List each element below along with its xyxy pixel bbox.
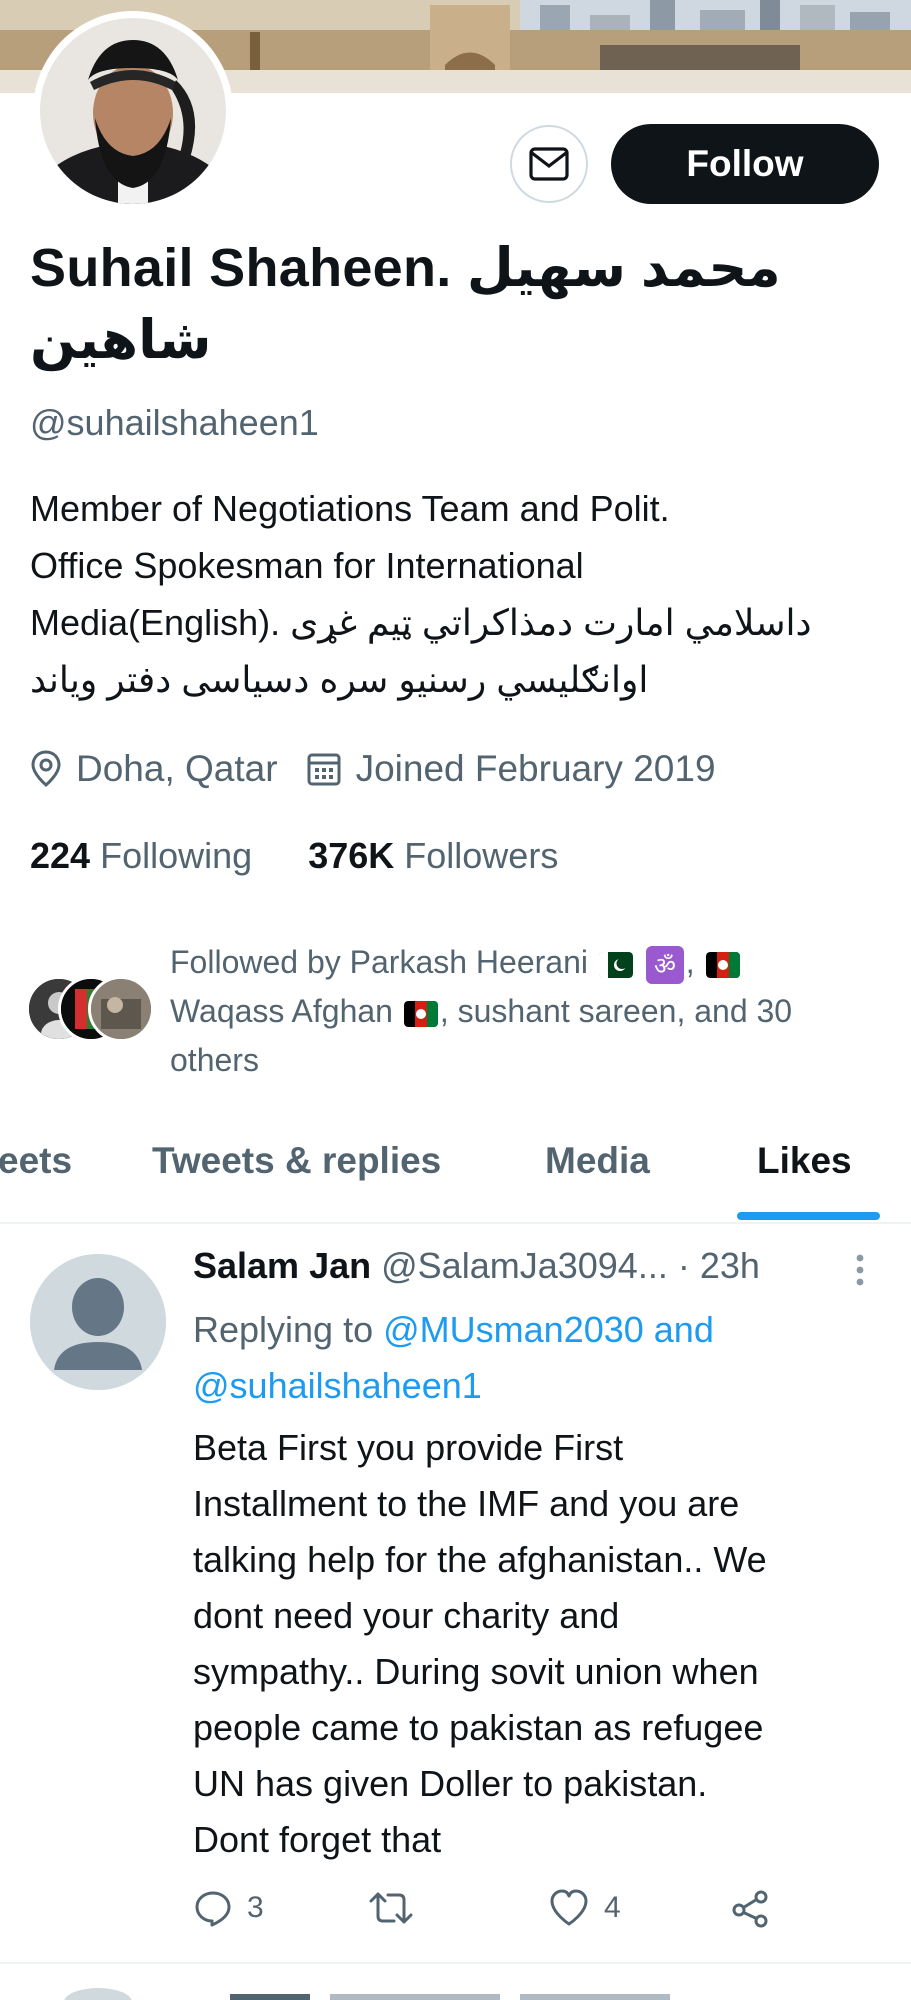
name-arabic-part2: شاهین [30,310,212,370]
avatar [88,976,154,1042]
reply-button[interactable]: 3 [193,1888,264,1928]
heart-icon [550,1889,588,1926]
tweet-text-line: talking help for the afghanistan.. We [193,1539,767,1580]
profile-bio: Member of Negotiations Team and Polit. O… [30,480,880,708]
tweet-text-line: people came to pakistan as refugee [193,1707,764,1748]
active-tab-indicator [737,1212,880,1220]
profile-avatar[interactable] [33,11,233,211]
bio-line: Member of Negotiations Team and Polit. [30,488,670,529]
tweet-text-line: dont need your charity and [193,1595,620,1636]
name-arabic-part1: محمد سهیل [466,238,781,298]
tab-media[interactable]: Media [545,1140,650,1182]
mutual-follower-avatars[interactable] [26,976,156,1042]
replying-to-label: Replying to [193,1309,374,1350]
afghanistan-flag-icon [403,1000,438,1027]
tweet-divider [0,1962,911,1964]
like-button[interactable]: 4 [548,1888,621,1928]
reply-count: 3 [247,1891,264,1924]
followers-link[interactable]: 376K Followers [308,835,558,876]
follow-counts: 224 Following 376K Followers [30,835,558,877]
reply-mention-link[interactable]: @suhailshaheen1 [193,1365,482,1406]
follow-button[interactable]: Follow [611,124,879,204]
tweet-author-avatar[interactable] [30,1254,166,1390]
following-label: Following [100,835,253,876]
tweet-text-line: Dont forget that [193,1819,442,1860]
joined-text: Joined February 2019 [355,748,716,789]
location-pin-icon [31,750,61,787]
name-latin: Suhail Shaheen. [30,238,452,298]
next-tweet-peek [0,1972,911,2000]
tweet-actions: 3 4 [193,1888,883,1938]
followers-count: 376K [308,835,395,876]
tab-likes[interactable]: Likes [757,1140,852,1182]
followed-by-suffix: , sushant sareen, and 30 [439,993,793,1029]
bio-line: Office Spokesman for International [30,545,584,586]
tweet-author-handle[interactable]: @SalamJa3094... [381,1245,668,1286]
replying-to: Replying to @MUsman2030 and @suhailshahe… [193,1302,893,1414]
pakistan-flag-icon [598,951,633,978]
message-button[interactable] [510,125,588,203]
tweet-author-name[interactable]: Salam Jan [193,1245,371,1286]
afghanistan-flag-icon [705,951,740,978]
svg-text:ॐ: ॐ [654,952,676,980]
profile-meta: Doha, Qatar Joined February 2019 [30,748,716,790]
envelope-icon [529,147,569,181]
tweet-time[interactable]: · 23h [678,1245,760,1286]
like-count: 4 [604,1891,621,1924]
profile-name: Suhail Shaheen. محمد سهیل شاهین [30,232,830,376]
bio-line: Media(English). داسلامي امارت دمذاکراتي … [30,602,812,643]
following-count: 224 [30,835,91,876]
followed-by-text[interactable]: Followed by Parkash Heerani ॐ, Waqass Af… [170,938,890,1085]
tweet-text-line: Installment to the IMF and you are [193,1483,740,1524]
calendar-icon [307,753,341,786]
location-text: Doha, Qatar [76,748,278,789]
tweet-header: Salam Jan @SalamJa3094... · 23h [193,1245,760,1287]
following-link[interactable]: 224 Following [30,835,252,876]
reply-mention-link[interactable]: @MUsman2030 and [383,1309,714,1350]
tab-tweets-replies[interactable]: Tweets & replies [152,1140,441,1182]
profile-handle: @suhailshaheen1 [30,402,319,443]
retweet-icon [369,1892,413,1924]
tab-tweets[interactable]: eets [0,1140,72,1182]
tweet-text-line: sympathy.. During sovit union when [193,1651,759,1692]
followed-by-name: Waqass Afghan [170,993,393,1029]
retweet-button[interactable] [368,1888,414,1928]
tweet-text[interactable]: Beta First you provide First Installment… [193,1420,893,1868]
tweet-text-line: Beta First you provide First [193,1427,624,1468]
profile-tabs: eets Tweets & replies Media Likes [0,1120,911,1225]
om-symbol-icon: ॐ [645,945,684,984]
tweet-text-line: UN has given Doller to pakistan. [193,1763,708,1804]
followers-label: Followers [404,835,559,876]
share-icon [732,1890,768,1928]
bio-line: اوانګلیسي رسنیو سره دسیاسی دفتر ویاند [30,659,649,700]
tabs-divider [0,1222,911,1224]
followed-by-others: others [170,1042,259,1078]
share-button[interactable] [730,1888,772,1928]
followed-by-prefix: Followed by Parkash Heerani [170,944,588,980]
more-options-icon[interactable] [853,1253,867,1289]
reply-icon [195,1891,231,1927]
